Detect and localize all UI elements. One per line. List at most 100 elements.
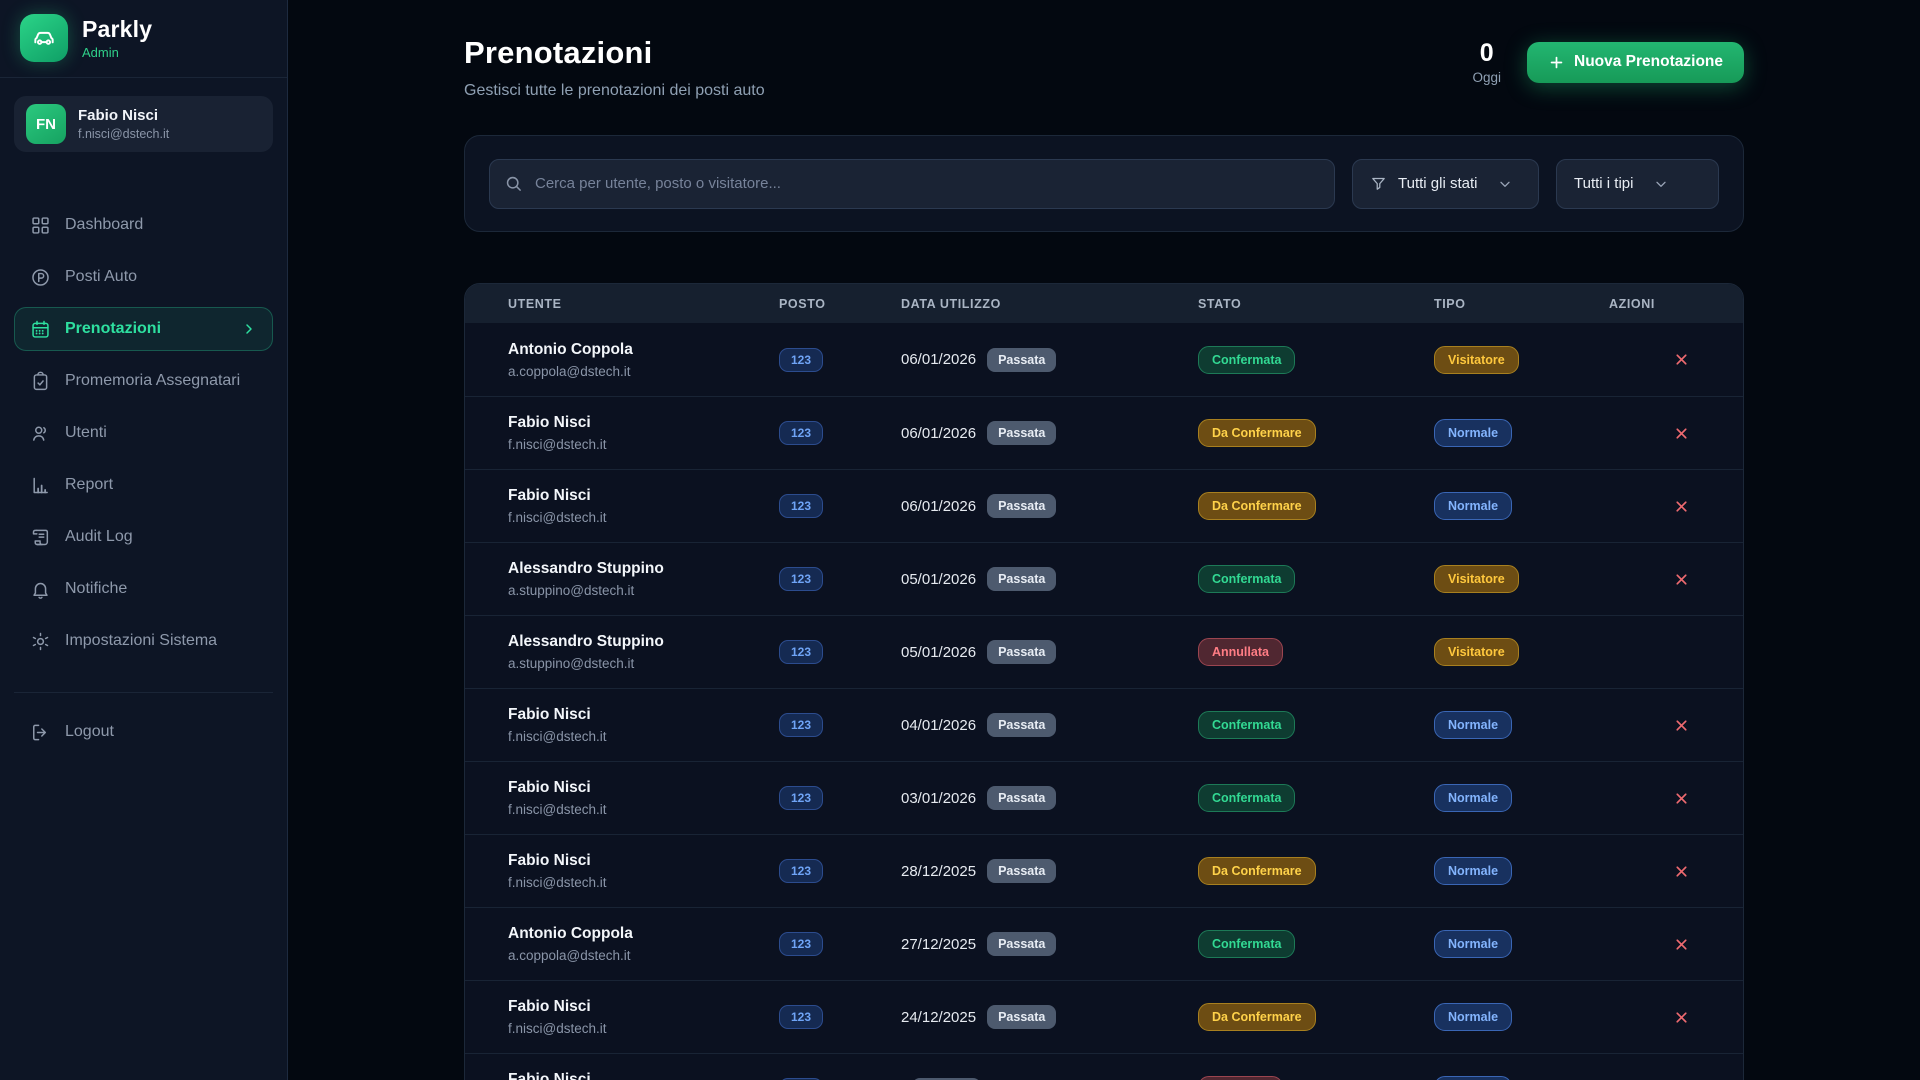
sidebar-item-notifiche[interactable]: Notifiche [14,567,273,611]
parking-icon [30,267,51,288]
delete-booking-button[interactable] [1673,498,1743,515]
row-user-name: Fabio Nisci [508,998,779,1016]
date-past-badge: Passata [987,421,1056,445]
logout-icon [30,722,51,743]
row-user-name: Antonio Coppola [508,925,779,943]
table-header-row: UtentePostoData UtilizzoStatoTipoAzioni [465,284,1743,323]
usage-date: 06/01/2026 [901,498,976,515]
status-badge: Annullata [1198,1076,1283,1080]
table-row: Fabio Nisci f.nisci@dstech.it 123 04/01/… [465,688,1743,761]
logout-label: Logout [65,723,114,741]
column-header-tipo: Tipo [1434,297,1609,311]
posto-badge: 123 [779,494,823,518]
column-header-azioni: Azioni [1609,297,1743,311]
delete-booking-button[interactable] [1673,1009,1743,1026]
row-user-name: Fabio Nisci [508,414,779,432]
sidebar-footer: Logout [14,692,273,754]
row-user-name: Fabio Nisci [508,779,779,797]
delete-booking-button[interactable] [1673,936,1743,953]
table-row: Fabio Nisci f.nisci@dstech.it 123 28/12/… [465,834,1743,907]
posto-badge: 123 [779,421,823,445]
user-card[interactable]: FN Fabio Nisci f.nisci@dstech.it [14,96,273,152]
page-title: Prenotazioni [464,35,765,71]
sidebar-item-utenti[interactable]: Utenti [14,411,273,455]
filter-funnel-icon [1370,175,1387,192]
sidebar-item-promemoria-assegnatari[interactable]: Promemoria Assegnatari [14,359,273,403]
sidebar-item-report[interactable]: Report [14,463,273,507]
chevron-down-icon [1497,176,1513,192]
car-logo-icon [20,14,68,62]
row-user-email: f.nisci@dstech.it [508,1021,779,1036]
bar-chart-icon [30,475,51,496]
date-past-badge: Passata [987,932,1056,956]
status-badge: Confermata [1198,784,1295,812]
delete-booking-button[interactable] [1673,717,1743,734]
type-filter-value: Tutti i tipi [1574,175,1633,192]
usage-date: 24/12/2025 [901,1009,976,1026]
status-filter-select[interactable]: Tutti gli stati [1352,159,1539,209]
bell-icon [30,579,51,600]
status-filter-value: Tutti gli stati [1398,175,1477,192]
delete-booking-button[interactable] [1673,571,1743,588]
posto-badge: 123 [779,713,823,737]
app-name: Parkly [82,16,152,43]
type-badge: Normale [1434,930,1512,958]
scroll-icon [30,527,51,548]
row-user-name: Alessandro Stuppino [508,633,779,651]
delete-booking-button[interactable] [1673,425,1743,442]
type-filter-select[interactable]: Tutti i tipi [1556,159,1719,209]
type-badge: Normale [1434,711,1512,739]
posto-badge: 123 [779,640,823,664]
usage-date: 05/01/2026 [901,571,976,588]
type-badge: Normale [1434,784,1512,812]
row-user-email: a.stuppino@dstech.it [508,656,779,671]
type-badge: Normale [1434,1076,1512,1080]
row-user-name: Fabio Nisci [508,852,779,870]
sidebar-item-impostazioni-sistema[interactable]: Impostazioni Sistema [14,619,273,663]
gear-icon [30,631,51,652]
calendar-icon [30,319,51,340]
logout-button[interactable]: Logout [14,710,273,754]
delete-booking-button[interactable] [1673,863,1743,880]
date-past-badge: Passata [987,786,1056,810]
today-stat: 0 Oggi [1472,40,1501,85]
today-count: 0 [1472,40,1501,68]
app-role: Admin [82,45,152,60]
posto-badge: 123 [779,786,823,810]
table-row: Fabio Nisci f.nisci@dstech.it 123 Passat… [465,1053,1743,1080]
search-input[interactable] [489,159,1335,209]
today-label: Oggi [1472,70,1501,85]
sidebar-item-posti-auto[interactable]: Posti Auto [14,255,273,299]
status-badge: Da Confermare [1198,1003,1316,1031]
status-badge: Da Confermare [1198,419,1316,447]
row-user-email: a.coppola@dstech.it [508,948,779,963]
sidebar-item-audit-log[interactable]: Audit Log [14,515,273,559]
new-booking-label: Nuova Prenotazione [1574,53,1723,71]
date-past-badge: Passata [987,494,1056,518]
sidebar-item-dashboard[interactable]: Dashboard [14,203,273,247]
delete-booking-button[interactable] [1673,790,1743,807]
new-booking-button[interactable]: Nuova Prenotazione [1527,42,1744,83]
date-past-badge: Passata [987,713,1056,737]
usage-date: 06/01/2026 [901,425,976,442]
status-badge: Annullata [1198,638,1283,666]
grid-icon [30,215,51,236]
type-badge: Visitatore [1434,565,1519,593]
row-user-email: f.nisci@dstech.it [508,510,779,525]
status-badge: Confermata [1198,565,1295,593]
usage-date: 03/01/2026 [901,790,976,807]
sidebar: Parkly Admin FN Fabio Nisci f.nisci@dste… [0,0,288,1080]
page-header: Prenotazioni Gestisci tutte le prenotazi… [464,0,1744,100]
date-past-badge: Passata [987,1005,1056,1029]
user-name: Fabio Nisci [78,107,169,124]
delete-booking-button[interactable] [1673,351,1743,368]
sidebar-nav: Dashboard Posti Auto Prenotazioni Promem… [0,203,287,663]
posto-badge: 123 [779,1005,823,1029]
sidebar-item-prenotazioni[interactable]: Prenotazioni [14,307,273,351]
type-badge: Normale [1434,857,1512,885]
usage-date: 27/12/2025 [901,936,976,953]
date-past-badge: Passata [987,348,1056,372]
table-row: Antonio Coppola a.coppola@dstech.it 123 … [465,907,1743,980]
main-area: Prenotazioni Gestisci tutte le prenotazi… [288,0,1920,1080]
search-icon [504,174,523,193]
